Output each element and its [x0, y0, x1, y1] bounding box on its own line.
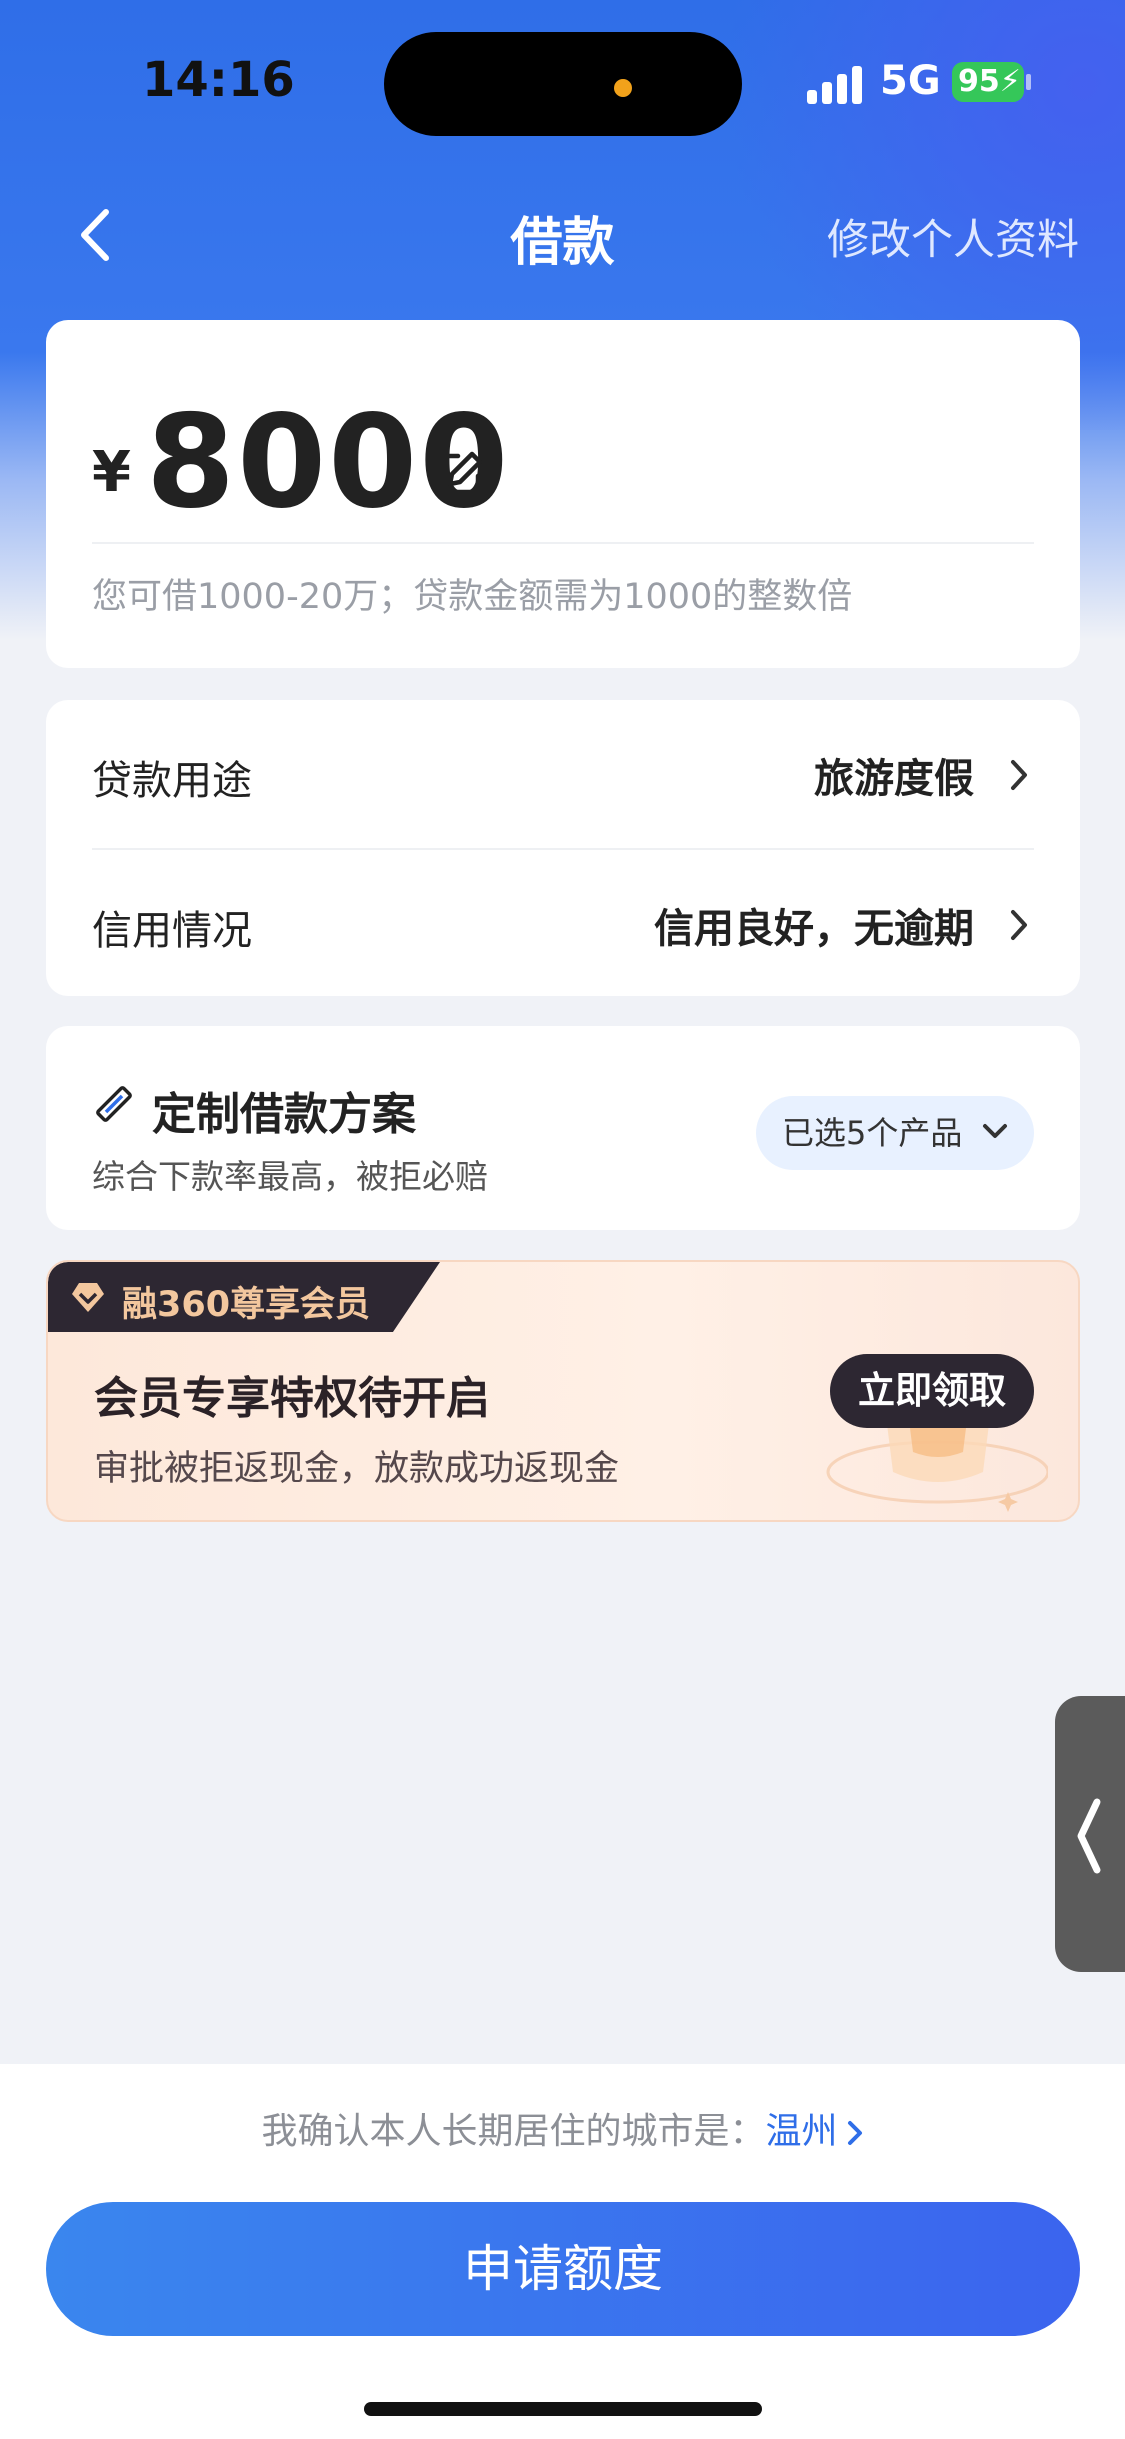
- battery-level: 95: [958, 64, 1000, 99]
- residence-city-line: 我确认本人长期居住的城市是：温州: [0, 2102, 1125, 2154]
- loan-purpose-row[interactable]: 贷款用途 旅游度假: [92, 700, 1034, 848]
- battery-tip: [1026, 74, 1031, 90]
- product-select-dropdown[interactable]: 已选5个产品: [756, 1096, 1034, 1170]
- pencil-icon: [439, 451, 483, 495]
- plan-subtitle: 综合下款率最高，被拒必赔: [92, 1157, 488, 1196]
- amount-hint: 您可借1000-20万；贷款金额需为1000的整数倍: [92, 577, 853, 617]
- credit-status-value: 信用良好，无逾期: [654, 906, 974, 952]
- credit-status-row[interactable]: 信用情况 信用良好，无逾期: [92, 850, 1034, 998]
- city-selector[interactable]: 温州: [766, 2111, 838, 2152]
- vip-tag-label: 融360尊享会员: [122, 1285, 371, 1325]
- dynamic-island: [384, 32, 742, 136]
- edit-amount-button[interactable]: [436, 448, 486, 498]
- floating-side-handle[interactable]: [1055, 1696, 1125, 1972]
- plan-title: 定制借款方案: [152, 1089, 416, 1140]
- claim-now-button[interactable]: 立即领取: [830, 1354, 1034, 1428]
- bottom-action-bar: 我确认本人长期居住的城市是：温州 申请额度: [0, 2064, 1125, 2439]
- currency-symbol: ¥: [92, 440, 131, 505]
- chevron-right-icon: [1011, 760, 1027, 790]
- city-prefix: 我确认本人长期居住的城市是：: [261, 2111, 766, 2152]
- loan-purpose-label: 贷款用途: [92, 758, 252, 804]
- edit-profile-link[interactable]: 修改个人资料: [827, 206, 1079, 267]
- chevron-left-icon: [1077, 1798, 1101, 1874]
- vip-title: 会员专享特权待开启: [94, 1373, 490, 1424]
- ruler-pencil-icon: [96, 1086, 132, 1122]
- chevron-down-icon: [983, 1124, 1007, 1138]
- privacy-indicator-icon: [614, 79, 632, 97]
- apply-quota-button[interactable]: 申请额度: [46, 2202, 1080, 2336]
- home-indicator: [364, 2402, 762, 2416]
- diamond-heart-icon: [72, 1283, 104, 1312]
- divider: [92, 542, 1034, 544]
- vip-tag: 融360尊享会员: [48, 1262, 440, 1332]
- status-time: 14:16: [142, 52, 295, 108]
- network-type: 5G: [880, 58, 941, 104]
- vip-subtitle: 审批被拒返现金，放款成功返现金: [94, 1449, 620, 1489]
- signal-icon: [807, 66, 863, 104]
- amount-card: ¥ 8000 您可借1000-20万；贷款金额需为1000的整数倍: [46, 320, 1080, 668]
- chevron-right-icon: [1011, 910, 1027, 940]
- vip-membership-card[interactable]: 融360尊享会员 会员专享特权待开启 审批被拒返现金，放款成功返现金 立即领取: [46, 1260, 1080, 1522]
- custom-plan-card: 定制借款方案 综合下款率最高，被拒必赔 已选5个产品: [46, 1026, 1080, 1230]
- loan-purpose-value: 旅游度假: [814, 756, 974, 802]
- product-select-label: 已选5个产品: [782, 1114, 963, 1152]
- status-bar: 14:16 5G 95⚡: [0, 0, 1125, 170]
- chevron-right-icon[interactable]: [846, 2119, 864, 2147]
- battery-icon: 95⚡: [952, 62, 1024, 102]
- credit-status-label: 信用情况: [92, 908, 252, 954]
- loan-info-card: 贷款用途 旅游度假 信用情况 信用良好，无逾期: [46, 700, 1080, 996]
